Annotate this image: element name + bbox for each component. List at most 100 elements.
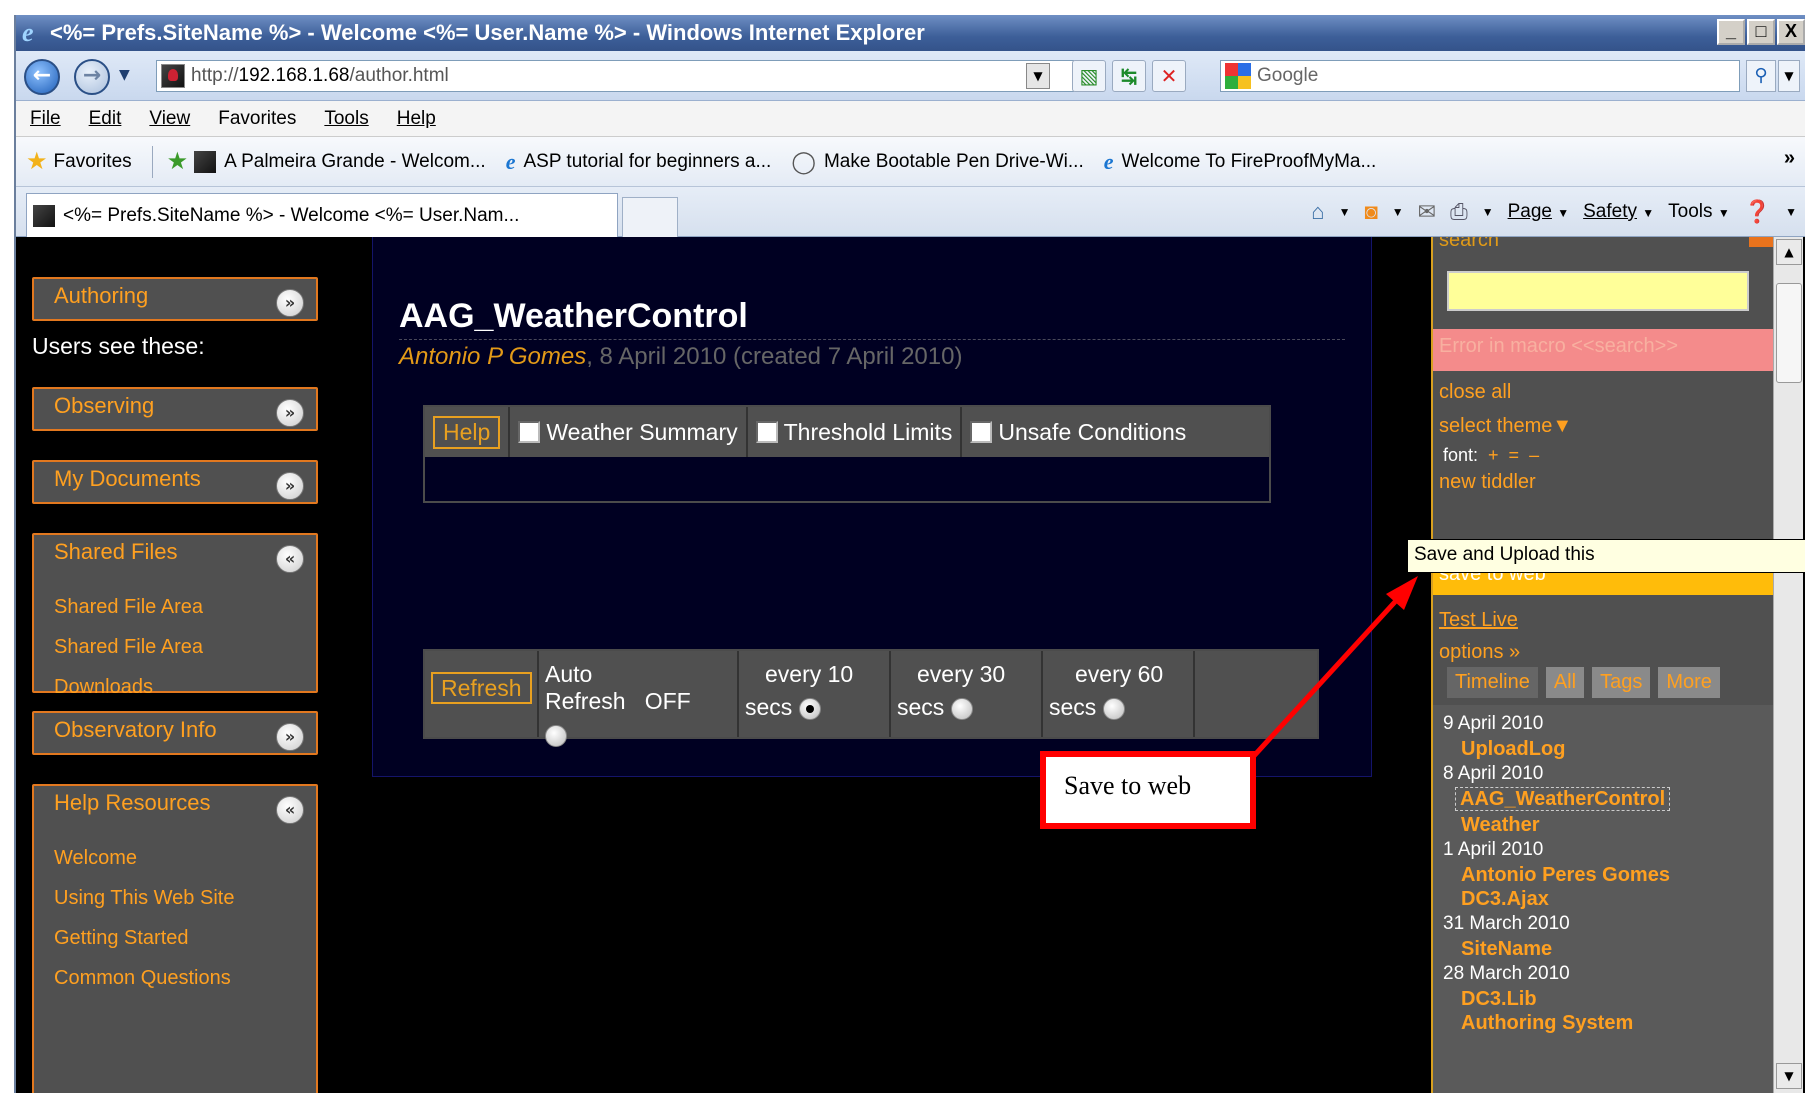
every-30-option[interactable]: every 30 secs — [891, 651, 1043, 737]
radio-every-60[interactable] — [1102, 697, 1125, 720]
print-dropdown[interactable]: ▼ — [1482, 205, 1494, 219]
new-tiddler-link[interactable]: new tiddler — [1439, 471, 1536, 494]
menu-view[interactable]: View — [149, 108, 190, 130]
radio-every-10[interactable] — [798, 697, 821, 720]
timeline-item[interactable]: Antonio Peres Gomes — [1443, 863, 1773, 887]
help-button[interactable]: Help — [433, 415, 501, 449]
favorite-link[interactable]: e ASP tutorial for beginners a... — [506, 149, 772, 175]
add-favorite-icon[interactable]: ★ — [167, 147, 189, 176]
radio-every-30[interactable] — [950, 697, 973, 720]
favorite-link[interactable]: e Welcome To FireProofMyMa... — [1104, 149, 1377, 175]
maximize-button[interactable]: □ — [1747, 19, 1775, 45]
expand-chevron-icon[interactable]: » — [276, 289, 304, 317]
tab-more[interactable]: More — [1658, 667, 1720, 698]
options-link[interactable]: options » — [1439, 641, 1520, 664]
search-input[interactable]: Google — [1220, 60, 1740, 92]
close-all-link[interactable]: close all — [1439, 381, 1511, 404]
scroll-down-arrow-icon[interactable]: ▼ — [1776, 1063, 1802, 1089]
minimize-button[interactable]: _ — [1717, 19, 1745, 45]
favorites-button[interactable]: ★ Favorites — [26, 147, 132, 176]
help-dropdown[interactable]: ▼ — [1785, 205, 1797, 219]
link-getting-started[interactable]: Getting Started — [54, 920, 316, 960]
favorite-link[interactable]: ◯ Make Bootable Pen Drive-Wi... — [791, 149, 1083, 175]
compatibility-view-icon[interactable]: ▧ — [1072, 60, 1106, 92]
timeline-item[interactable]: AAG_WeatherControl — [1455, 787, 1671, 811]
favorite-link[interactable]: A Palmeira Grande - Welcom... — [194, 150, 486, 173]
expand-chevron-icon[interactable]: » — [276, 399, 304, 427]
expand-chevron-icon[interactable]: » — [276, 723, 304, 751]
select-theme-link[interactable]: select theme▼ — [1439, 415, 1572, 438]
tiddler-author-link[interactable]: Antonio P Gomes — [399, 343, 586, 370]
rss-feed-icon[interactable]: ◙ — [1364, 199, 1377, 225]
radio-off[interactable] — [545, 724, 567, 747]
link-welcome[interactable]: Welcome — [54, 840, 316, 880]
back-button[interactable]: ← — [24, 59, 60, 95]
unsafe-conditions-option[interactable]: Unsafe Conditions — [962, 407, 1194, 457]
test-live-link[interactable]: Test Live — [1439, 609, 1518, 632]
tab-current[interactable]: <%= Prefs.SiteName %> - Welcome <%= User… — [26, 193, 618, 237]
link-shared-file-area[interactable]: Shared File Area — [54, 589, 316, 629]
mail-icon[interactable]: ✉ — [1418, 199, 1436, 225]
new-tab-button[interactable] — [622, 197, 678, 237]
link-common-questions[interactable]: Common Questions — [54, 960, 316, 1000]
recent-pages-dropdown[interactable]: ▼ — [119, 67, 130, 83]
font-increase-button[interactable]: + — [1488, 445, 1499, 465]
forward-button[interactable]: → — [74, 59, 110, 95]
address-dropdown-button[interactable]: ▼ — [1026, 63, 1050, 89]
menu-tools[interactable]: Tools — [324, 108, 368, 130]
stop-icon[interactable]: ✕ — [1152, 60, 1186, 92]
close-window-button[interactable]: X — [1777, 19, 1805, 45]
timeline-item[interactable]: DC3.Ajax — [1443, 887, 1773, 911]
link-using-this-web-site[interactable]: Using This Web Site — [54, 880, 316, 920]
page-scrollbar[interactable]: ▲ ▼ — [1773, 237, 1803, 1093]
help-icon[interactable]: ❓ — [1744, 199, 1771, 225]
auto-refresh-off-option[interactable]: Auto Refresh OFF — [539, 651, 739, 747]
address-field[interactable]: http://192.168.1.68/author.html — [156, 60, 1074, 92]
page-menu[interactable]: Page ▼ — [1508, 201, 1570, 223]
collapse-chevron-icon[interactable]: « — [276, 796, 304, 824]
panel-authoring[interactable]: Authoring » — [32, 277, 318, 321]
collapse-chevron-icon[interactable]: « — [276, 545, 304, 573]
timeline-item[interactable]: DC3.Lib — [1443, 987, 1773, 1011]
font-reset-button[interactable]: = — [1509, 445, 1520, 465]
feeds-dropdown[interactable]: ▼ — [1392, 205, 1404, 219]
weather-summary-option[interactable]: Weather Summary — [510, 407, 748, 457]
unsafe-conditions-checkbox[interactable] — [970, 421, 993, 443]
search-icon[interactable]: ⚲ — [1746, 60, 1776, 92]
threshold-limits-checkbox[interactable] — [755, 421, 778, 443]
link-downloads[interactable]: Downloads — [54, 669, 316, 709]
panel-observing[interactable]: Observing » — [32, 387, 318, 431]
scroll-up-arrow-icon[interactable]: ▲ — [1776, 239, 1802, 265]
safety-menu[interactable]: Safety ▼ — [1583, 201, 1654, 223]
refresh-button[interactable]: Refresh — [431, 672, 532, 704]
timeline-item[interactable]: Weather — [1443, 813, 1773, 837]
home-icon[interactable]: ⌂ — [1311, 199, 1324, 225]
timeline-item[interactable]: SiteName — [1443, 937, 1773, 961]
panel-observatory-info[interactable]: Observatory Info » — [32, 711, 318, 755]
every-60-option[interactable]: every 60 secs — [1043, 651, 1195, 737]
home-dropdown[interactable]: ▼ — [1339, 205, 1351, 219]
panel-my-documents[interactable]: My Documents » — [32, 460, 318, 504]
search-options-dropdown[interactable]: ▼ — [1778, 60, 1800, 92]
refresh-icon[interactable]: ↹ — [1112, 60, 1146, 92]
weather-summary-checkbox[interactable] — [518, 421, 541, 443]
font-decrease-button[interactable]: – — [1529, 445, 1539, 465]
tab-tags[interactable]: Tags — [1592, 667, 1651, 698]
expand-chevron-icon[interactable]: » — [276, 472, 304, 500]
menu-help[interactable]: Help — [397, 108, 436, 130]
scroll-thumb[interactable] — [1776, 283, 1802, 383]
link-shared-file-area[interactable]: Shared File Area — [54, 629, 316, 669]
favorites-overflow-chevron-icon[interactable]: » — [1784, 147, 1795, 170]
menu-file[interactable]: File — [30, 108, 61, 130]
tab-all[interactable]: All — [1545, 667, 1585, 698]
timeline-item[interactable]: Authoring System — [1443, 1011, 1773, 1035]
menu-favorites[interactable]: Favorites — [218, 108, 296, 130]
tools-menu[interactable]: Tools ▼ — [1668, 201, 1730, 223]
menu-edit[interactable]: Edit — [89, 108, 122, 130]
every-10-option[interactable]: every 10 secs — [739, 651, 891, 737]
timeline-item[interactable]: UploadLog — [1443, 737, 1773, 761]
sidebar-search-input[interactable] — [1447, 271, 1749, 311]
tab-timeline[interactable]: Timeline — [1447, 667, 1538, 698]
threshold-limits-option[interactable]: Threshold Limits — [748, 407, 963, 457]
print-icon[interactable]: ⎙ — [1450, 199, 1468, 225]
